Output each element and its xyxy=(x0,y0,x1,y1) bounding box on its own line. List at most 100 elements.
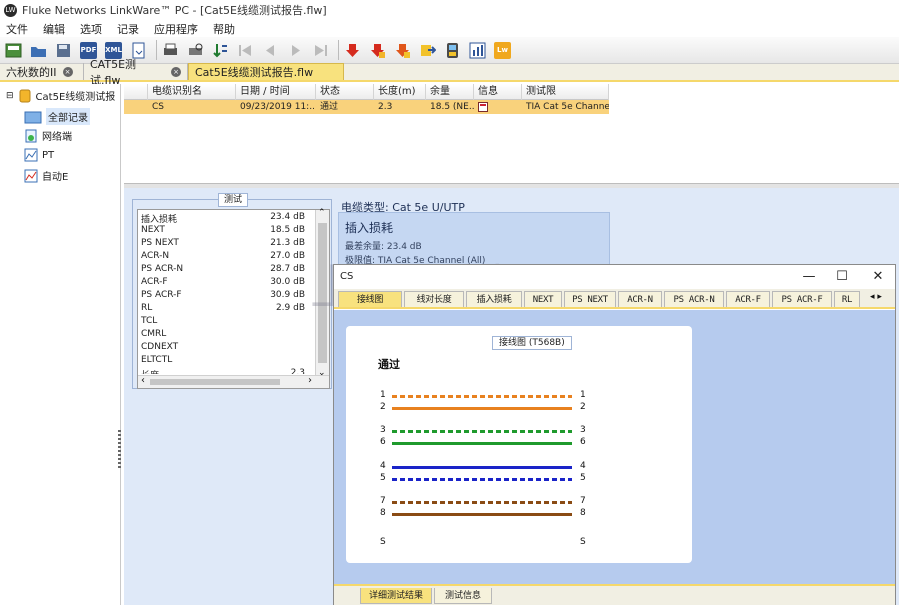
wiremap-label: 接线图 (T568B) xyxy=(492,336,572,350)
pin-label: 8 xyxy=(580,508,586,518)
close-icon[interactable]: ✕ xyxy=(868,268,888,286)
tab-doc-3[interactable]: Cat5E线缆测试报告.flw xyxy=(188,63,344,80)
tab-insertion-loss[interactable]: 插入损耗 xyxy=(466,291,522,307)
pin-label: 6 xyxy=(580,437,586,447)
list-item[interactable]: ACR-N 27.0 dB xyxy=(141,251,305,264)
pin-label: 7 xyxy=(380,496,386,506)
list-item[interactable]: PS ACR-N 28.7 dB xyxy=(141,264,305,277)
list-item[interactable]: 插入损耗 23.4 dB xyxy=(141,212,305,225)
list-item[interactable]: RL 2.9 dB xyxy=(141,303,305,316)
tab-doc-1[interactable]: 六秋数的ⅠⅠ × xyxy=(0,63,84,80)
next-icon[interactable] xyxy=(285,40,306,61)
menu-options[interactable]: 选项 xyxy=(80,21,102,37)
tab-wiremap[interactable]: 接线图 xyxy=(338,291,402,307)
results-list: 插入损耗 23.4 dB NEXT 18.5 dB PS NEXT 21.3 dB A… xyxy=(137,208,330,389)
tab-next[interactable]: NEXT xyxy=(524,291,562,307)
pin-label: 2 xyxy=(580,402,586,412)
pin-label: 1 xyxy=(580,390,586,400)
column-header[interactable]: 电缆识别名 xyxy=(148,84,236,100)
scroll-thumb[interactable] xyxy=(318,223,327,363)
tab-rl[interactable]: RL xyxy=(834,291,860,307)
pin-label: 4 xyxy=(580,461,586,471)
new-icon[interactable] xyxy=(3,40,24,61)
tab-acr-f[interactable]: ACR-F xyxy=(726,291,770,307)
list-item[interactable]: NEXT 18.5 dB xyxy=(141,225,305,238)
column-header[interactable]: 状态 xyxy=(316,84,374,100)
menu-edit[interactable]: 编辑 xyxy=(43,21,65,37)
menu-records[interactable]: 记录 xyxy=(117,21,139,37)
column-header[interactable]: 日期 / 时间 xyxy=(236,84,316,100)
tree-item-all-records[interactable]: 全部记录 xyxy=(24,108,90,125)
horizontal-scrollbar[interactable]: ‹ › xyxy=(138,375,329,388)
tab-doc-2[interactable]: CAT5E测试.flw × xyxy=(84,58,188,87)
wire-6 xyxy=(392,442,572,445)
pin-label: 4 xyxy=(380,461,386,471)
minimize-icon[interactable]: — xyxy=(799,268,819,286)
last-icon[interactable] xyxy=(310,40,331,61)
menu-help[interactable]: 帮助 xyxy=(213,21,235,37)
collapse-icon[interactable]: ⊟ xyxy=(6,91,14,101)
project-tree: ⊟ Cat5E线缆测试报 全部记录 网络端 PT 自动E xyxy=(0,84,121,605)
tree-item-label: 自动E xyxy=(42,172,69,183)
splitter-handle[interactable] xyxy=(118,430,121,470)
tab-detailed-results[interactable]: 详细测试结果 xyxy=(360,588,432,604)
pin-label: 6 xyxy=(380,437,386,447)
sort-icon[interactable] xyxy=(210,40,231,61)
open-icon[interactable] xyxy=(28,40,49,61)
tab-ps-next[interactable]: PS NEXT xyxy=(564,291,616,307)
pin-label: S xyxy=(380,537,386,547)
list-item[interactable]: 长度2.3 xyxy=(141,368,305,374)
chart-icon[interactable] xyxy=(467,40,488,61)
result-summary: 插入损耗 最差余量: 23.4 dB 极限值: TIA Cat 5e Chann… xyxy=(338,212,610,268)
column-header[interactable]: 长度(m) xyxy=(374,84,426,100)
print-preview-icon[interactable] xyxy=(185,40,206,61)
close-tab-icon[interactable]: × xyxy=(62,66,73,77)
menu-file[interactable]: 文件 xyxy=(6,21,28,37)
pin-label: 3 xyxy=(380,425,386,435)
list-item[interactable]: ACR-F 30.0 dB xyxy=(141,277,305,290)
list-item[interactable]: CDNEXT xyxy=(141,342,305,355)
tree-item-label: 网络端 xyxy=(42,132,72,143)
tab-scroll-icon[interactable]: ◂ ▸ xyxy=(870,292,882,302)
cell: TIA Cat 5e Channel... xyxy=(526,102,609,112)
lw-icon[interactable]: Lw xyxy=(492,40,513,61)
tree-item-network[interactable]: 网络端 xyxy=(24,128,72,143)
vertical-scrollbar[interactable]: ⌃ ⌄ xyxy=(315,208,329,378)
list-item[interactable]: ELTCTL xyxy=(141,355,305,368)
column-header[interactable] xyxy=(124,84,148,100)
list-item[interactable]: TCL xyxy=(141,316,305,329)
column-header[interactable]: 测试限 xyxy=(522,84,609,100)
menu-applications[interactable]: 应用程序 xyxy=(154,21,198,37)
list-item[interactable]: PS NEXT 21.3 dB xyxy=(141,238,305,251)
column-header[interactable]: 信息 xyxy=(474,84,522,100)
tester-icon[interactable] xyxy=(442,40,463,61)
transfer-icon[interactable] xyxy=(417,40,438,61)
tab-ps-acr-f[interactable]: PS ACR-F xyxy=(772,291,832,307)
info-icon[interactable] xyxy=(478,102,488,112)
scroll-left-icon[interactable]: ‹ xyxy=(141,375,145,386)
scroll-up-icon[interactable]: ⌃ xyxy=(318,208,326,218)
import-down3-icon[interactable] xyxy=(392,40,413,61)
tree-root[interactable]: ⊟ Cat5E线缆测试报 xyxy=(6,88,115,103)
tab-test-info[interactable]: 测试信息 xyxy=(434,588,492,604)
scroll-right-icon[interactable]: › xyxy=(308,375,312,386)
save-icon[interactable] xyxy=(53,40,74,61)
menu-bar: 文件 编辑 选项 记录 应用程序 帮助 xyxy=(0,20,899,37)
column-header[interactable]: 余量 xyxy=(426,84,474,100)
list-item[interactable]: CMRL xyxy=(141,329,305,342)
import-down-icon[interactable] xyxy=(342,40,363,61)
dialog-bottom-tabs: 详细测试结果 测试信息 xyxy=(334,584,895,605)
tree-item-pt[interactable]: PT xyxy=(24,148,54,162)
tab-acr-n[interactable]: ACR-N xyxy=(618,291,662,307)
close-tab-icon[interactable]: × xyxy=(171,66,181,77)
import-down2-icon[interactable] xyxy=(367,40,388,61)
table-row[interactable]: CS 09/23/2019 11:.. 通过 2.3 18.5 (NE... T… xyxy=(124,100,609,114)
prev-icon[interactable] xyxy=(260,40,281,61)
first-icon[interactable] xyxy=(235,40,256,61)
tab-pair-length[interactable]: 线对长度 xyxy=(404,291,464,307)
scroll-thumb[interactable] xyxy=(150,379,280,385)
tab-ps-acr-n[interactable]: PS ACR-N xyxy=(664,291,724,307)
maximize-icon[interactable]: ☐ xyxy=(832,268,852,286)
tree-item-auto[interactable]: 自动E xyxy=(24,168,68,183)
list-item[interactable]: PS ACR-F 30.9 dB xyxy=(141,290,305,303)
